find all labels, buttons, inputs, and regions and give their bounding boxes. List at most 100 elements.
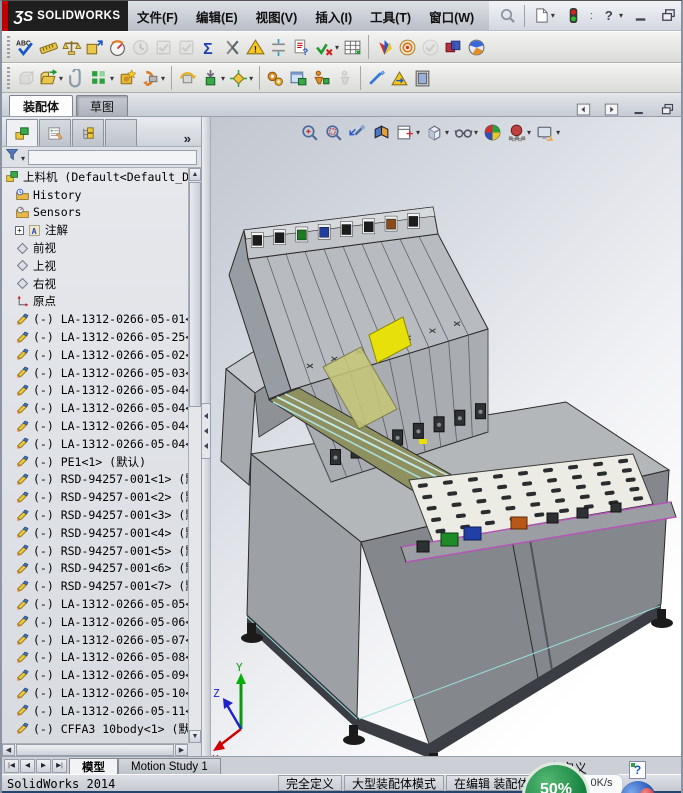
menu-item-1[interactable]: 编辑(E) [187,7,247,26]
scroll-down-button[interactable]: ▼ [189,730,201,743]
filter-funnel-icon[interactable] [5,147,20,167]
tree-item-8[interactable]: (-) LA-1312-0266-05-01< [2,310,189,328]
restore-window-button[interactable] [658,3,679,29]
insert-component-from-file-button[interactable] [37,65,65,91]
panel-splitter[interactable] [201,117,211,756]
performance-evaluation-button[interactable] [106,34,129,60]
splitter-collapse-handle[interactable] [201,403,211,459]
mate-button[interactable] [65,65,88,91]
propertymanager-tab[interactable] [39,119,71,146]
new-motion-study-button[interactable] [411,65,434,91]
move-component-button[interactable] [139,65,167,91]
tab-model[interactable]: 模型 [69,758,118,774]
tree-item-12[interactable]: (-) LA-1312-0266-05-04< [2,382,189,400]
menu-item-4[interactable]: 工具(T) [361,7,420,26]
tree-vertical-scrollbar[interactable]: ▲ ▼ [188,168,201,743]
compare-documents-button[interactable]: ? [290,34,313,60]
tree-item-0[interactable]: 上料机 (Default<Default_Di [2,168,189,186]
move-with-triad-button[interactable] [199,65,227,91]
tree-item-15[interactable]: (-) LA-1312-0266-05-04< [2,435,189,453]
assembly-toolbar-grip[interactable] [7,67,10,89]
options-toggle-button[interactable] [563,3,584,29]
tree-item-26[interactable]: (-) LA-1312-0266-05-07< [2,631,189,649]
assembly-xpert-button[interactable]: ! [244,34,267,60]
tree-filter-input[interactable] [28,149,197,165]
section-properties-button[interactable] [83,34,106,60]
measure-button[interactable] [37,34,60,60]
align-button[interactable] [267,34,290,60]
scroll-up-button[interactable]: ▲ [189,168,201,181]
menu-item-3[interactable]: 插入(I) [306,7,361,26]
standard-toolbar-grip[interactable] [7,36,10,58]
exploded-view-button[interactable] [227,65,255,91]
minimize-window-button[interactable] [631,3,652,29]
tab-motion-study[interactable]: Motion Study 1 [118,758,221,774]
tab-nav-3[interactable]: ▶| [52,758,67,773]
tree-item-25[interactable]: (-) LA-1312-0266-05-06< [2,613,189,631]
help-button[interactable]: ? [599,3,625,29]
smart-fasteners-button[interactable] [116,65,139,91]
new-document-button[interactable] [531,3,557,29]
search-button[interactable] [497,3,518,29]
tree-item-2[interactable]: Sensors [2,204,189,222]
tree-item-11[interactable]: (-) LA-1312-0266-05-03< [2,364,189,382]
scroll-left-button[interactable]: ◀ [2,744,15,756]
panel-tab-overflow[interactable]: » [176,131,199,146]
vertical-scroll-thumb[interactable] [189,182,201,407]
belt-chain-button[interactable] [365,65,388,91]
tab-nav-2[interactable]: ▶ [36,758,51,773]
equations-button[interactable]: Σ [198,34,221,60]
edit-appearance-tool-button[interactable] [373,34,396,60]
tree-item-3[interactable]: + A 注解 [2,221,189,239]
design-table-button[interactable] [341,34,364,60]
realview-button[interactable] [396,34,419,60]
tree-item-21[interactable]: (-) RSD-94257-001<5> (默 [2,542,189,560]
3d-model[interactable]: X Y Z [211,117,681,756]
tree-item-28[interactable]: (-) LA-1312-0266-05-09< [2,666,189,684]
tree-item-22[interactable]: (-) RSD-94257-001<6> (默 [2,560,189,578]
external-references-button[interactable] [388,65,411,91]
tab-nav-0[interactable]: |◀ [4,758,19,773]
tab-assembly[interactable]: 装配体 [9,95,74,116]
assembly-features-button[interactable] [287,65,310,91]
rotate-component-button[interactable] [176,65,199,91]
tree-item-10[interactable]: (-) LA-1312-0266-05-02< [2,346,189,364]
tree-item-31[interactable]: (-) CFFA3 10body<1> (默 [2,720,189,738]
menu-item-5[interactable]: 窗口(W) [420,7,483,26]
tab-sketch[interactable]: 草图 [76,95,129,116]
menu-item-0[interactable]: 文件(F) [128,7,187,26]
tree-item-17[interactable]: (-) RSD-94257-001<1> (默 [2,471,189,489]
tab-nav-1[interactable]: ◀ [20,758,35,773]
edit-material-button[interactable] [442,34,465,60]
verification-button[interactable] [313,34,341,60]
tree-item-24[interactable]: (-) LA-1312-0266-05-05< [2,595,189,613]
filter-dropdown-arrow[interactable] [20,148,25,166]
mass-properties-button[interactable] [60,34,83,60]
displaymanager-tab[interactable] [105,119,137,146]
tree-item-13[interactable]: (-) LA-1312-0266-05-04< [2,399,189,417]
interference-detection-button[interactable] [221,34,244,60]
tree-item-9[interactable]: (-) LA-1312-0266-05-25< [2,328,189,346]
scroll-right-button[interactable]: ▶ [175,744,188,756]
graphics-viewport[interactable]: X Y Z [211,117,681,756]
tree-item-14[interactable]: (-) LA-1312-0266-05-04< [2,417,189,435]
linear-component-pattern-button[interactable] [88,65,116,91]
tree-item-29[interactable]: (-) LA-1312-0266-05-10< [2,684,189,702]
tree-item-30[interactable]: (-) LA-1312-0266-05-11< [2,702,189,720]
spell-check-button[interactable]: ABC [14,34,37,60]
tree-item-7[interactable]: 原点 [2,293,189,311]
assembly-settings-button[interactable] [264,65,287,91]
tree-item-18[interactable]: (-) RSD-94257-001<2> (默 [2,488,189,506]
horizontal-scroll-thumb[interactable] [16,744,174,756]
tree-item-16[interactable]: (-) PE1<1> (默认) [2,453,189,471]
tree-item-1[interactable]: History [2,186,189,204]
featuremanager-tab[interactable] [6,119,38,146]
tree-item-19[interactable]: (-) RSD-94257-001<3> (默 [2,506,189,524]
tree-item-20[interactable]: (-) RSD-94257-001<4> (默 [2,524,189,542]
tree-item-23[interactable]: (-) RSD-94257-001<7> (默 [2,577,189,595]
configurationmanager-tab[interactable] [72,119,104,146]
render-tools-button[interactable] [465,34,488,60]
overlay-help-button[interactable]: ? [629,761,646,779]
tree-item-6[interactable]: 右视 [2,275,189,293]
tree-expander[interactable]: + [15,225,24,235]
